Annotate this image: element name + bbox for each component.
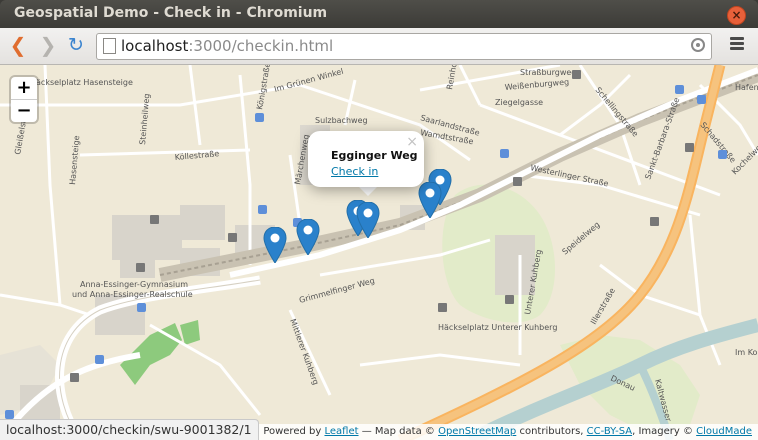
street-label: Anna-Essinger-Gymnasium bbox=[80, 280, 188, 289]
street-label: Häckselplatz Unterer Kuhberg bbox=[438, 323, 557, 332]
street-label: Sulzbachweg bbox=[315, 116, 368, 125]
map-marker-icon[interactable] bbox=[263, 227, 287, 263]
url-path: :3000/checkin.html bbox=[188, 37, 334, 55]
address-bar[interactable]: localhost:3000/checkin.html bbox=[96, 33, 712, 60]
cloudmade-link[interactable]: CloudMade bbox=[696, 426, 752, 437]
url-text[interactable]: localhost:3000/checkin.html bbox=[121, 37, 333, 55]
map-attribution: Powered by Leaflet — Map data © OpenStre… bbox=[258, 424, 758, 440]
map-container[interactable]: Häckselplatz Hasensteige Im Grünen Winke… bbox=[0, 65, 758, 440]
close-window-button[interactable]: × bbox=[727, 6, 746, 25]
zoom-in-button[interactable]: + bbox=[11, 77, 37, 100]
leaflet-link[interactable]: Leaflet bbox=[324, 426, 358, 437]
location-icon[interactable] bbox=[691, 38, 705, 52]
browser-toolbar: ❮ ❯ ↻ localhost:3000/checkin.html bbox=[0, 28, 758, 65]
street-label: Straßburgweg bbox=[520, 68, 576, 77]
popup-title: Egginger Weg bbox=[331, 149, 418, 162]
url-host: localhost bbox=[121, 37, 189, 55]
zoom-out-button[interactable]: − bbox=[11, 100, 37, 122]
license-link[interactable]: CC-BY-SA bbox=[587, 426, 632, 437]
street-label: Häckselplatz Hasensteige bbox=[30, 78, 133, 87]
back-button[interactable]: ❮ bbox=[6, 34, 30, 58]
browser-window: Geospatial Demo - Check in - Chromium × … bbox=[0, 0, 758, 440]
reload-button[interactable]: ↻ bbox=[64, 34, 88, 58]
zoom-control: + − bbox=[11, 77, 37, 122]
attribution-map-data: — Map data © bbox=[361, 426, 435, 437]
osm-link[interactable]: OpenStreetMap bbox=[438, 426, 516, 437]
attribution-prefix: Powered by bbox=[263, 426, 322, 437]
window-title: Geospatial Demo - Check in - Chromium bbox=[14, 5, 328, 21]
street-label: Hafenbad bbox=[735, 83, 758, 92]
marker-popup: × Egginger Weg Check in bbox=[308, 131, 424, 187]
attribution-contributors: contributors, bbox=[519, 426, 584, 437]
status-bubble: localhost:3000/checkin/swu-9001382/1 bbox=[0, 419, 259, 440]
map-marker-icon[interactable] bbox=[296, 219, 320, 255]
street-label: und Anna-Essinger-Realschule bbox=[72, 290, 193, 299]
popup-close-button[interactable]: × bbox=[406, 134, 418, 150]
map-marker-icon[interactable] bbox=[418, 182, 442, 218]
menu-button[interactable] bbox=[730, 37, 744, 51]
street-label: Im Kornfeld bbox=[735, 348, 758, 357]
popup-tip bbox=[358, 186, 378, 196]
check-in-link[interactable]: Check in bbox=[331, 165, 378, 178]
page-icon bbox=[103, 38, 116, 54]
forward-button[interactable]: ❯ bbox=[36, 34, 60, 58]
map-marker-icon[interactable] bbox=[356, 202, 380, 238]
street-label: Ziegelgasse bbox=[495, 98, 543, 107]
map-tiles[interactable]: Häckselplatz Hasensteige Im Grünen Winke… bbox=[0, 65, 758, 440]
title-bar: Geospatial Demo - Check in - Chromium × bbox=[0, 0, 758, 28]
attribution-imagery: , Imagery © bbox=[632, 426, 693, 437]
